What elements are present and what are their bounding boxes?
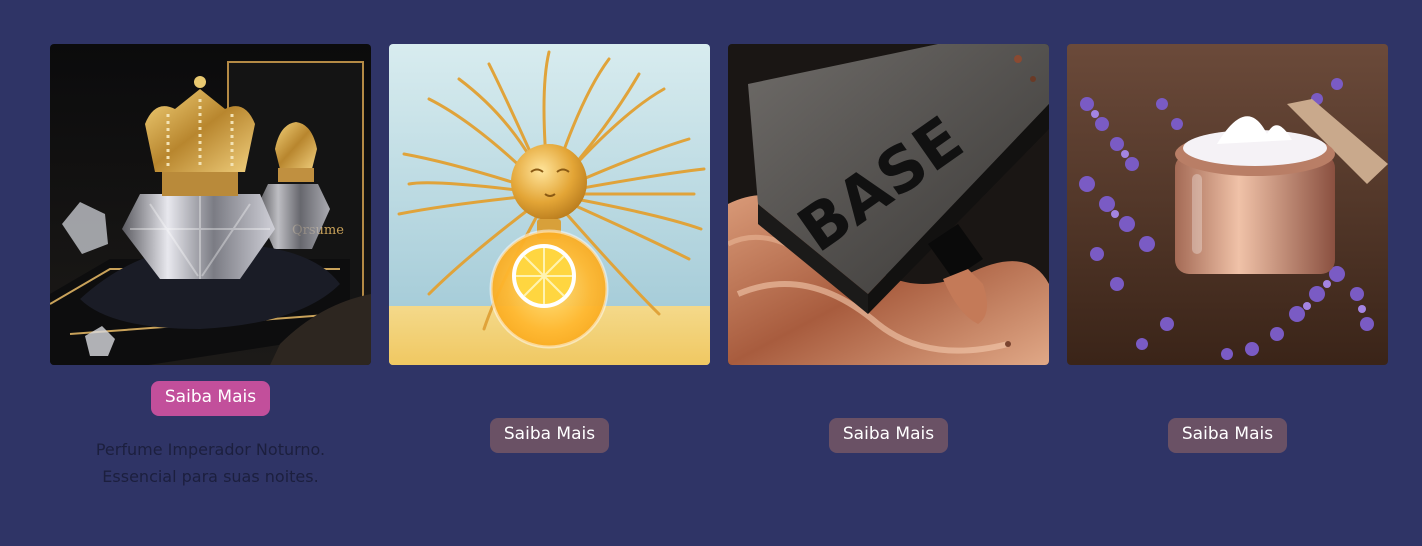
- saiba-mais-button-4[interactable]: Saiba Mais: [1167, 418, 1288, 453]
- saiba-mais-button-2[interactable]: Saiba Mais: [489, 418, 610, 453]
- saiba-mais-button-1[interactable]: Saiba Mais: [150, 381, 271, 416]
- product-card-1: Qrsume: [50, 44, 371, 490]
- description-line-1: Perfume Imperador Noturno.: [95, 440, 326, 459]
- foundation-base-image: BASE: [728, 44, 1049, 365]
- crown-perfume-image: Qrsume: [50, 44, 371, 365]
- product-card-2: Saiba Mais: [389, 44, 710, 490]
- description-line-2: Essencial para suas noites.: [102, 467, 319, 486]
- saiba-mais-button-3[interactable]: Saiba Mais: [828, 418, 949, 453]
- product-card-4: Saiba Mais: [1067, 44, 1388, 490]
- product-card-3: BASE Saiba Mais: [728, 44, 1049, 490]
- lavender-cream-image: [1067, 44, 1388, 365]
- sun-perfume-image: [389, 44, 710, 365]
- product-description: Perfume Imperador Noturno. Essencial par…: [61, 436, 361, 490]
- product-grid: Qrsume: [50, 44, 1388, 490]
